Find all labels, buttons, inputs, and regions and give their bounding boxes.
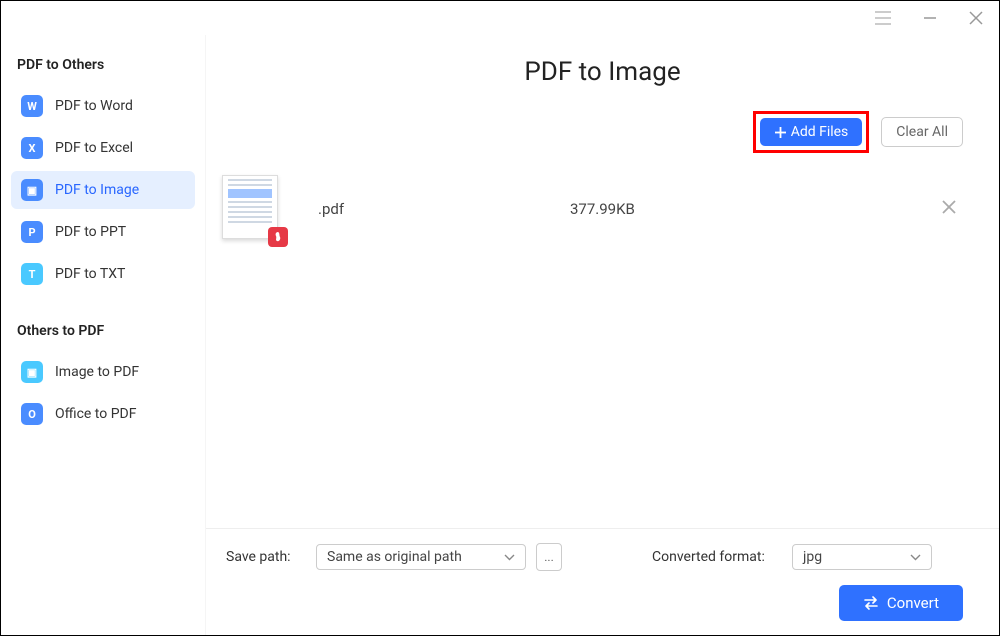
office-icon: O [21,403,43,425]
file-row: .pdf 377.99KB [206,171,999,247]
clear-all-button[interactable]: Clear All [881,117,963,147]
page-title: PDF to Image [206,57,999,87]
section-header-others-to-pdf: Others to PDF [11,323,195,339]
browse-button[interactable]: ... [536,543,562,571]
sidebar-item-pdf-to-image[interactable]: ▣ PDF to Image [11,171,195,209]
sidebar: PDF to Others W PDF to Word X PDF to Exc… [1,35,206,635]
word-icon: W [21,95,43,117]
save-path-select[interactable]: Same as original path [316,544,526,570]
sidebar-item-label: Image to PDF [55,364,139,380]
txt-icon: T [21,263,43,285]
sidebar-item-label: PDF to Image [55,182,139,198]
add-files-label: Add Files [791,124,849,140]
sidebar-item-pdf-to-excel[interactable]: X PDF to Excel [11,129,195,167]
ppt-icon: P [21,221,43,243]
file-size: 377.99KB [570,200,830,218]
excel-icon: X [21,137,43,159]
close-icon[interactable] [969,11,983,25]
sidebar-item-label: Office to PDF [55,406,136,422]
menu-icon[interactable] [875,11,891,25]
convert-label: Convert [887,594,939,612]
chevron-down-icon [504,554,515,561]
minimize-icon[interactable] [923,11,937,25]
bottom-bar: Save path: Same as original path ... Con… [206,528,999,635]
format-value: jpg [803,549,822,565]
image-icon: ▣ [21,361,43,383]
chevron-down-icon [910,554,921,561]
add-files-highlight: Add Files [753,111,870,153]
toolbar: Add Files Clear All [206,111,999,153]
sidebar-item-label: PDF to PPT [55,224,126,240]
sidebar-item-office-to-pdf[interactable]: O Office to PDF [11,395,195,433]
format-label: Converted format: [652,549,782,565]
add-files-button[interactable]: Add Files [760,118,863,146]
titlebar [1,1,999,35]
sidebar-item-label: PDF to TXT [55,266,125,282]
convert-icon [863,596,879,610]
main: PDF to Others W PDF to Word X PDF to Exc… [1,35,999,635]
sidebar-item-image-to-pdf[interactable]: ▣ Image to PDF [11,353,195,391]
content: PDF to Image Add Files Clear All [206,35,999,635]
section-header-pdf-to-others: PDF to Others [11,57,195,73]
sidebar-item-label: PDF to Excel [55,140,133,156]
sidebar-item-pdf-to-ppt[interactable]: P PDF to PPT [11,213,195,251]
options-row: Save path: Same as original path ... Con… [226,543,963,571]
remove-file-icon[interactable] [935,193,963,225]
image-icon: ▣ [21,179,43,201]
file-thumbnail [222,175,290,243]
save-path-label: Save path: [226,549,306,565]
sidebar-item-pdf-to-txt[interactable]: T PDF to TXT [11,255,195,293]
pdf-badge-icon [268,227,288,247]
file-name: .pdf [290,200,570,218]
convert-button[interactable]: Convert [839,585,963,621]
sidebar-item-label: PDF to Word [55,98,133,114]
save-path-value: Same as original path [327,549,462,565]
convert-row: Convert [226,585,963,621]
plus-icon [774,126,787,139]
sidebar-item-pdf-to-word[interactable]: W PDF to Word [11,87,195,125]
format-select[interactable]: jpg [792,544,932,570]
